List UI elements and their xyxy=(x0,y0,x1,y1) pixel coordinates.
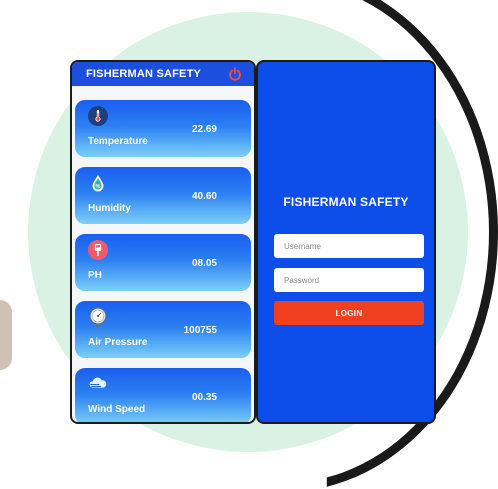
mockup-canvas: FISHERMAN SAFETY 22.69 Temperature % 40.… xyxy=(0,0,498,489)
ph-value: 08.05 xyxy=(191,258,217,269)
app-title: FISHERMAN SAFETY xyxy=(86,68,202,80)
login-phone: FISHERMAN SAFETY LOGIN xyxy=(256,60,436,424)
air-pressure-value: 100755 xyxy=(183,325,217,336)
ph-label: PH xyxy=(88,270,102,281)
sensor-card-wind-speed[interactable]: 00.35 Wind Speed xyxy=(75,368,251,422)
wind-speed-label: Wind Speed xyxy=(88,404,146,415)
temperature-value: 22.69 xyxy=(191,124,217,135)
pressure-gauge-icon xyxy=(88,307,108,327)
temperature-label: Temperature xyxy=(88,136,148,147)
sensor-card-humidity[interactable]: % 40.60 Humidity xyxy=(75,167,251,224)
humidity-label: Humidity xyxy=(88,203,131,214)
dashboard-phone: FISHERMAN SAFETY 22.69 Temperature % 40.… xyxy=(70,60,256,424)
air-pressure-label: Air Pressure xyxy=(88,337,148,348)
humidity-drop-icon: % xyxy=(88,173,108,193)
sensor-card-list: 22.69 Temperature % 40.60 Humidity 08.05… xyxy=(72,86,254,422)
sensor-card-ph[interactable]: 08.05 PH xyxy=(75,234,251,291)
humidity-value: 40.60 xyxy=(191,191,217,202)
power-icon[interactable] xyxy=(228,67,242,81)
sensor-card-air-pressure[interactable]: 100755 Air Pressure xyxy=(75,301,251,358)
sensor-card-temperature[interactable]: 22.69 Temperature xyxy=(75,100,251,157)
app-bar: FISHERMAN SAFETY xyxy=(72,62,254,86)
login-button[interactable]: LOGIN xyxy=(274,301,424,325)
wind-speed-value: 00.35 xyxy=(191,392,217,403)
thermometer-icon xyxy=(88,106,108,126)
username-input[interactable] xyxy=(274,234,424,258)
login-title: FISHERMAN SAFETY xyxy=(283,195,409,209)
hand-edge xyxy=(0,300,12,370)
ph-meter-icon xyxy=(88,240,108,260)
password-input[interactable] xyxy=(274,268,424,292)
svg-text:%: % xyxy=(96,184,101,190)
wind-cloud-icon xyxy=(88,374,108,394)
